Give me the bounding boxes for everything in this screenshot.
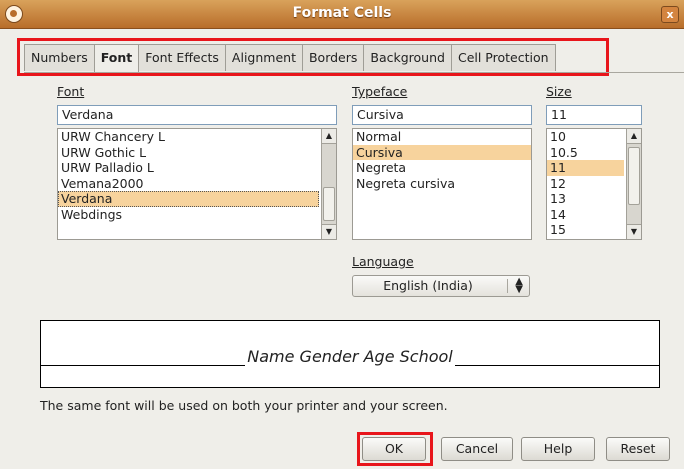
language-label: Language [352,254,414,269]
info-text: The same font will be used on both your … [40,398,448,413]
close-button[interactable]: x [661,6,679,23]
typeface-field[interactable]: Cursiva [352,105,532,125]
font-list-scrollbar[interactable]: ▲ ▼ [321,129,336,239]
list-item[interactable]: Normal [353,129,531,145]
list-item[interactable]: Webdings [58,207,336,223]
typeface-list[interactable]: Normal Cursiva Negreta Negreta cursiva [352,128,532,240]
list-item[interactable]: Negreta cursiva [353,176,531,192]
combo-separator [507,279,508,293]
format-cells-dialog: Format Cells x Numbers Font Font Effects… [0,0,684,469]
list-item[interactable]: URW Chancery L [58,129,336,145]
title-bar[interactable]: Format Cells x [0,0,684,29]
window-title: Format Cells [292,5,392,21]
size-list[interactable]: 10 10.5 11 12 13 14 15 ▲ ▼ [546,128,642,240]
scroll-up-arrow-icon[interactable]: ▲ [322,129,336,144]
font-list[interactable]: URW Chancery L URW Gothic L URW Palladio… [57,128,337,240]
tabs-highlight-box [17,38,609,76]
up-down-arrow-icon: ▲ ▼ [515,276,523,295]
reset-button[interactable]: Reset [606,437,670,461]
size-list-scrollbar[interactable]: ▲ ▼ [626,129,641,239]
font-label: Font [57,84,85,99]
ok-highlight-box [357,432,433,466]
list-item-selected[interactable]: Cursiva [353,144,531,160]
list-item[interactable]: URW Gothic L [58,145,336,161]
list-item-selected[interactable]: Verdana [58,191,319,207]
list-item-selected[interactable]: 11 [547,160,624,176]
scroll-down-arrow-icon[interactable]: ▼ [627,224,641,239]
size-field[interactable]: 11 [546,105,642,125]
list-item[interactable]: Negreta [353,160,531,176]
scroll-down-arrow-icon[interactable]: ▼ [322,224,336,239]
font-preview: Name Gender Age School [40,320,660,388]
font-name-field[interactable]: Verdana [57,105,337,125]
cancel-button[interactable]: Cancel [441,437,513,461]
language-value: English (India) [383,278,473,293]
preview-text-line: Name Gender Age School [41,347,659,366]
help-button[interactable]: Help [521,437,595,461]
preview-text: Name Gender Age School [245,347,455,366]
typeface-label: Typeface [352,84,408,99]
list-item[interactable]: URW Palladio L [58,160,336,176]
list-item[interactable]: Vemana2000 [58,176,336,192]
language-select[interactable]: English (India) ▲ ▼ [352,275,530,297]
scroll-thumb[interactable] [323,187,335,221]
size-label: Size [546,84,572,99]
scroll-up-arrow-icon[interactable]: ▲ [627,129,641,144]
scroll-thumb[interactable] [628,147,640,205]
